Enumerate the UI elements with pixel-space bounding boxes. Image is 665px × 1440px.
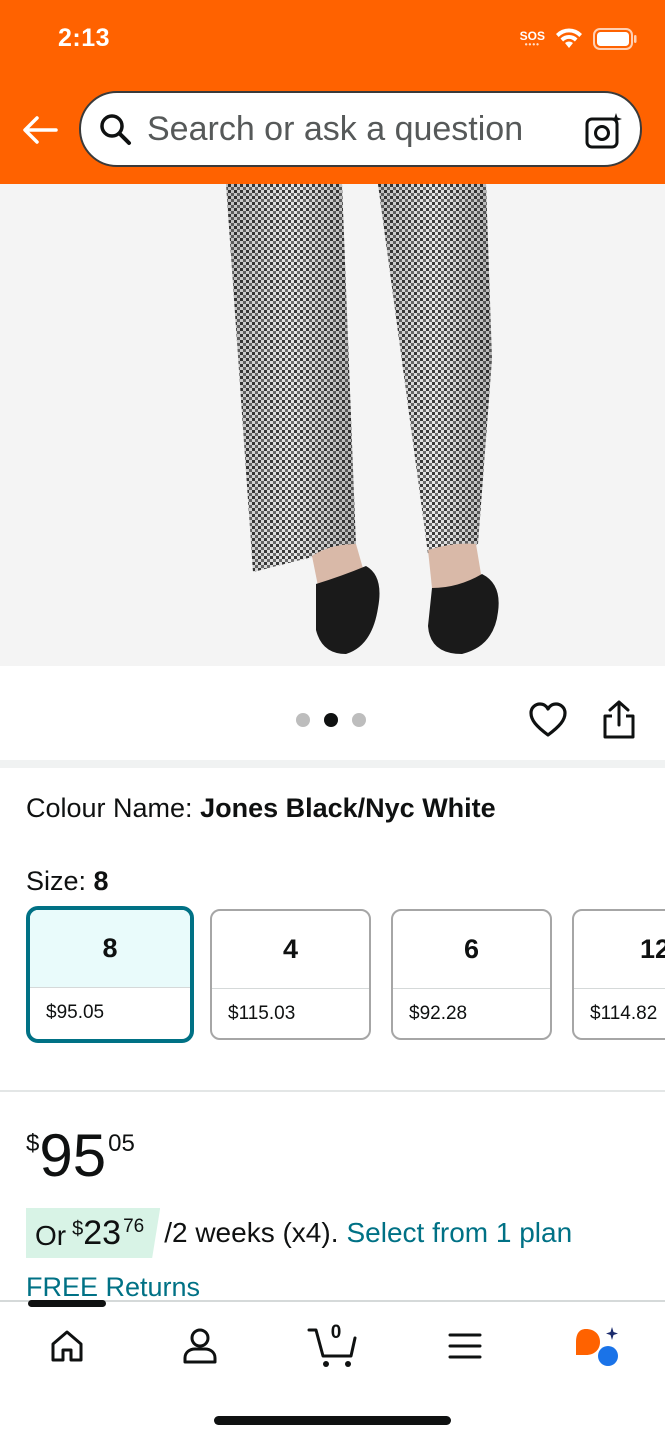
size-option-label: 12: [574, 911, 665, 989]
installment-fraction: 76: [123, 1216, 145, 1237]
size-option-price: $114.82: [590, 1003, 658, 1024]
size-option-4[interactable]: 4 $115.03: [210, 909, 371, 1040]
product-photo-trousers: [226, 184, 499, 654]
battery-icon: [593, 28, 637, 50]
account-icon: [183, 1328, 217, 1364]
section-divider: [0, 1090, 665, 1092]
camera-icon[interactable]: [584, 111, 624, 151]
product-price: $ 95 05: [26, 1124, 135, 1188]
search-input[interactable]: [147, 109, 567, 149]
nav-account[interactable]: [176, 1324, 224, 1368]
back-button[interactable]: [18, 108, 62, 152]
search-icon: [97, 111, 133, 147]
nav-rufus[interactable]: [572, 1324, 620, 1368]
installment-period: /2 weeks (x4).: [164, 1217, 339, 1248]
cart-count-badge: 0: [330, 1322, 342, 1343]
size-option-price: $95.05: [46, 1002, 105, 1023]
product-image[interactable]: [0, 184, 665, 666]
size-option-label: 8: [30, 910, 190, 988]
status-time: 2:13: [58, 24, 111, 52]
carousel-dots[interactable]: [296, 713, 366, 727]
section-divider: [0, 760, 665, 768]
installment-currency: $: [72, 1218, 84, 1240]
price-currency: $: [26, 1130, 40, 1157]
nav-cart[interactable]: 0: [306, 1322, 360, 1368]
size-option-6[interactable]: 6 $92.28: [391, 909, 552, 1040]
nav-menu[interactable]: [441, 1324, 489, 1368]
colour-label: Colour Name:: [26, 793, 201, 823]
carousel-dot[interactable]: [296, 713, 310, 727]
sos-dots: ••••: [524, 40, 540, 49]
price-whole: 95: [39, 1122, 107, 1189]
size-value: 8: [93, 866, 109, 896]
installment-badge: Or $ 23 76: [26, 1208, 161, 1258]
installment-or: Or: [35, 1220, 67, 1251]
nav-home[interactable]: [43, 1324, 91, 1368]
nav-active-indicator: [28, 1300, 106, 1307]
free-returns-link[interactable]: FREE Returns: [26, 1272, 200, 1303]
home-indicator: [214, 1416, 451, 1425]
header: 2:13 SOS ••••: [0, 0, 665, 184]
menu-icon: [448, 1333, 482, 1359]
wifi-icon: [556, 28, 582, 48]
size-row: Size: 8: [26, 866, 109, 897]
home-icon: [51, 1330, 83, 1362]
price-fraction: 05: [108, 1130, 135, 1157]
size-option-label: 6: [393, 911, 550, 989]
size-option-price: $115.03: [228, 1003, 296, 1024]
size-options: 8 $95.05 4 $115.03 6 $92.28 12 $114.82: [26, 906, 665, 1043]
size-label: Size:: [26, 866, 94, 896]
installment-whole: 23: [83, 1214, 122, 1252]
image-controls: [0, 666, 665, 760]
carousel-dot[interactable]: [352, 713, 366, 727]
status-icons: SOS ••••: [520, 28, 637, 50]
back-arrow-icon: [23, 116, 58, 144]
rufus-assistant-icon: [576, 1327, 618, 1366]
size-option-8[interactable]: 8 $95.05: [26, 906, 194, 1043]
share-icon[interactable]: [600, 699, 638, 741]
search-bar[interactable]: [79, 91, 642, 167]
sos-indicator: SOS ••••: [520, 30, 545, 49]
colour-name-row: Colour Name: Jones Black/Nyc White: [26, 793, 496, 824]
wishlist-heart-icon[interactable]: [528, 700, 568, 740]
size-option-label: 4: [212, 911, 369, 989]
colour-value: Jones Black/Nyc White: [200, 793, 496, 823]
size-option-price: $92.28: [409, 1003, 468, 1024]
select-plan-link[interactable]: Select from 1 plan: [346, 1217, 572, 1249]
installment-offer: Or $ 23 76 /2 weeks (x4). Select from 1 …: [26, 1208, 572, 1258]
size-option-12[interactable]: 12 $114.82: [572, 909, 665, 1040]
carousel-dot-active[interactable]: [324, 713, 338, 727]
